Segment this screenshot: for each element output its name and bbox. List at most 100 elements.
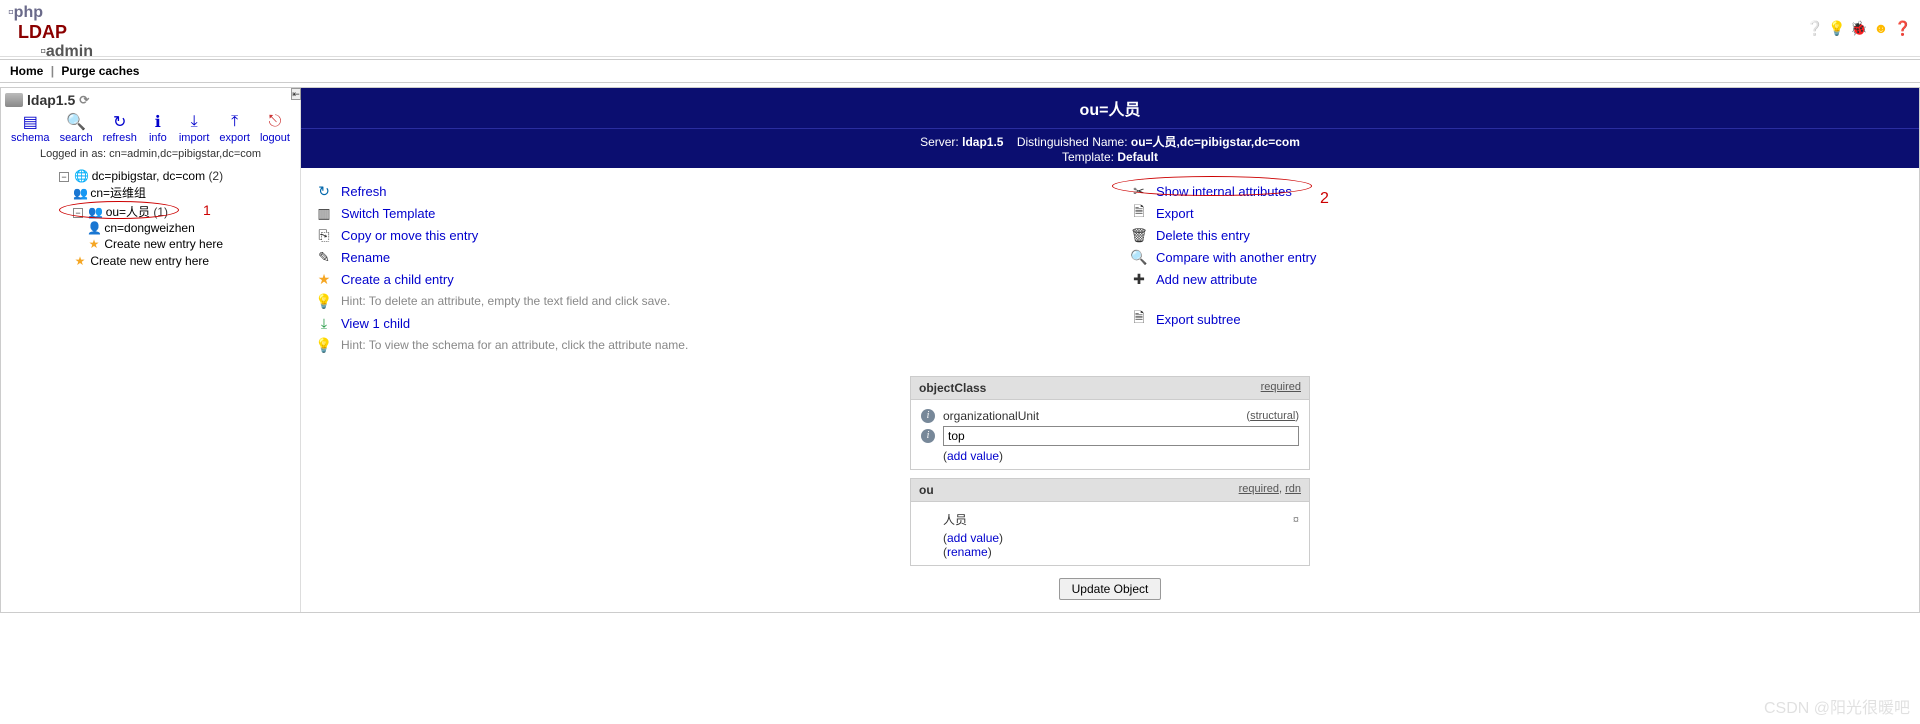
- tb-logout[interactable]: ⎋logout: [260, 112, 290, 144]
- export-subtree-icon: 🗎: [1130, 310, 1148, 328]
- entry-info-bar: Server: ldap1.5 Distinguished Name: ou=人…: [301, 128, 1919, 168]
- tree: − 🌐 dc=pibigstar, dc=com (2) 👥 cn=运维组 − …: [5, 168, 296, 270]
- globe-icon: 🌐: [74, 169, 88, 183]
- menu-home[interactable]: Home: [10, 64, 43, 78]
- info-icon[interactable]: i: [921, 429, 935, 443]
- sidebar: ⇤ ldap1.5 ⟳ ▤schema 🔍search ↻refresh ℹin…: [1, 88, 301, 612]
- top-icon-bar: ❔ 💡 🐞 ☻ ❓: [1806, 19, 1912, 37]
- rename-icon: ✎: [315, 248, 333, 266]
- actions-left: ↻ Refresh ▥ Switch Template ⎘ Copy or move …: [315, 180, 1090, 356]
- logged-in-as: Logged in as: cn=admin,dc=pibigstar,dc=c…: [5, 148, 296, 160]
- menu-purge-caches[interactable]: Purge caches: [61, 64, 139, 78]
- tb-schema[interactable]: ▤schema: [11, 112, 50, 144]
- ou-add-value[interactable]: add value: [943, 531, 1003, 545]
- info-icon[interactable]: i: [921, 409, 935, 423]
- tb-refresh[interactable]: ↻refresh: [103, 112, 137, 144]
- app-logo: ▫php LDAP ▫admin: [8, 4, 93, 52]
- tree-collapse-root[interactable]: −: [59, 172, 69, 182]
- server-refresh-icon[interactable]: ⟳: [79, 93, 89, 107]
- hint-view-schema: Hint: To view the schema for an attribut…: [341, 338, 688, 352]
- star-icon: ★: [73, 254, 87, 268]
- content: ou=人员 Server: ldap1.5 Distinguished Name…: [301, 88, 1919, 612]
- action-export-subtree[interactable]: Export subtree: [1156, 312, 1241, 327]
- attr-ou: ou required, rdn 人员 ¤ add value rename: [910, 478, 1310, 566]
- scissors-icon: ✂: [1130, 182, 1148, 200]
- tree-collapse-ou[interactable]: −: [73, 208, 83, 218]
- action-switch-template[interactable]: Switch Template: [341, 206, 435, 221]
- import-icon: ⤓: [183, 112, 205, 132]
- action-show-internal[interactable]: Show internal attributes: [1156, 184, 1292, 199]
- annotation-1: 1: [203, 202, 211, 218]
- star-icon: ★: [87, 237, 101, 251]
- sidebar-collapse[interactable]: ⇤: [291, 88, 301, 100]
- action-compare[interactable]: Compare with another entry: [1156, 250, 1316, 265]
- smile-icon[interactable]: ☻: [1872, 19, 1890, 37]
- info-icon: ℹ: [147, 112, 169, 132]
- server-icon: [5, 93, 23, 107]
- action-add-attribute[interactable]: Add new attribute: [1156, 272, 1257, 287]
- action-view-children[interactable]: View 1 child: [341, 316, 410, 331]
- attr-tag-required: required: [1261, 381, 1301, 393]
- bulb-icon: 💡: [315, 336, 333, 354]
- compare-icon: 🔍: [1130, 248, 1148, 266]
- star-icon: ★: [315, 270, 333, 288]
- watermark: CSDN @阳光很暖吧: [1764, 694, 1910, 718]
- bug-icon[interactable]: 🐞: [1850, 19, 1868, 37]
- server-name: ldap1.5: [27, 92, 75, 108]
- action-refresh[interactable]: Refresh: [341, 184, 387, 199]
- help-icon[interactable]: ❔: [1806, 19, 1824, 37]
- trash-icon: 🗑: [1130, 226, 1148, 244]
- tree-node-root[interactable]: dc=pibigstar, dc=com: [92, 169, 205, 183]
- tree-node-cn-yunweizu[interactable]: cn=运维组: [90, 186, 146, 200]
- ou-value: 人员: [943, 511, 967, 528]
- tb-import[interactable]: ⤓import: [179, 112, 210, 144]
- add-attr-icon: ✚: [1130, 270, 1148, 288]
- action-copy-move[interactable]: Copy or move this entry: [341, 228, 478, 243]
- bulb-icon[interactable]: 💡: [1828, 19, 1846, 37]
- copy-icon: ⎘: [315, 226, 333, 244]
- oc-value-top-input[interactable]: [943, 426, 1299, 446]
- search-icon: 🔍: [65, 112, 87, 132]
- entry-title: ou=人员: [301, 88, 1919, 128]
- sidebar-toolbar: ▤schema 🔍search ↻refresh ℹinfo ⤓import ⤒…: [5, 112, 296, 144]
- export-icon: ⤒: [224, 112, 246, 132]
- bulb-icon: 💡: [315, 292, 333, 310]
- annotation-2: 2: [1320, 190, 1329, 208]
- structural-link[interactable]: structural: [1250, 410, 1295, 422]
- tree-node-ou-renyuan[interactable]: ou=人员: [106, 205, 150, 219]
- action-delete[interactable]: Delete this entry: [1156, 228, 1250, 243]
- logout-icon: ⎋: [264, 112, 286, 132]
- actions-right: 2 ✂ Show internal attributes 🗎 Export 🗑 Del…: [1130, 180, 1905, 356]
- hint-delete-attr: Hint: To delete an attribute, empty the …: [341, 294, 670, 308]
- tb-export[interactable]: ⤒export: [219, 112, 250, 144]
- create-new-entry-outer[interactable]: Create new entry here: [90, 254, 209, 268]
- update-object-button[interactable]: Update Object: [1059, 578, 1162, 600]
- export-action-icon: 🗎: [1130, 204, 1148, 222]
- action-rename[interactable]: Rename: [341, 250, 390, 265]
- person-icon: 👤: [87, 221, 101, 235]
- children-icon: ⤓: [315, 314, 333, 332]
- oc-value-orgunit: organizationalUnit: [943, 409, 1039, 423]
- attr-tag-required: required: [1239, 483, 1279, 495]
- rdn-mark: ¤: [1293, 514, 1299, 526]
- tree-node-cn-dongweizhen[interactable]: cn=dongweizhen: [104, 221, 194, 235]
- tb-search[interactable]: 🔍search: [60, 112, 93, 144]
- attr-tag-rdn: rdn: [1285, 483, 1301, 495]
- menu-bar: Home | Purge caches: [0, 59, 1920, 83]
- attr-name-objectclass[interactable]: objectClass: [919, 381, 986, 395]
- create-new-entry-inner[interactable]: Create new entry here: [104, 237, 223, 251]
- question-icon[interactable]: ❓: [1894, 19, 1912, 37]
- group-icon: 👥: [73, 186, 87, 200]
- refresh-icon: ↻: [109, 112, 131, 132]
- action-export[interactable]: Export: [1156, 206, 1194, 221]
- action-create-child[interactable]: Create a child entry: [341, 272, 454, 287]
- refresh-action-icon: ↻: [315, 182, 333, 200]
- ou-icon: 👥: [88, 205, 102, 219]
- schema-icon: ▤: [19, 112, 41, 132]
- attr-objectclass: objectClass required i organizationalUni…: [910, 376, 1310, 470]
- oc-add-value[interactable]: add value: [943, 449, 1003, 463]
- switch-template-icon: ▥: [315, 204, 333, 222]
- attr-name-ou[interactable]: ou: [919, 483, 934, 497]
- tb-info[interactable]: ℹinfo: [147, 112, 169, 144]
- ou-rename[interactable]: rename: [943, 545, 992, 559]
